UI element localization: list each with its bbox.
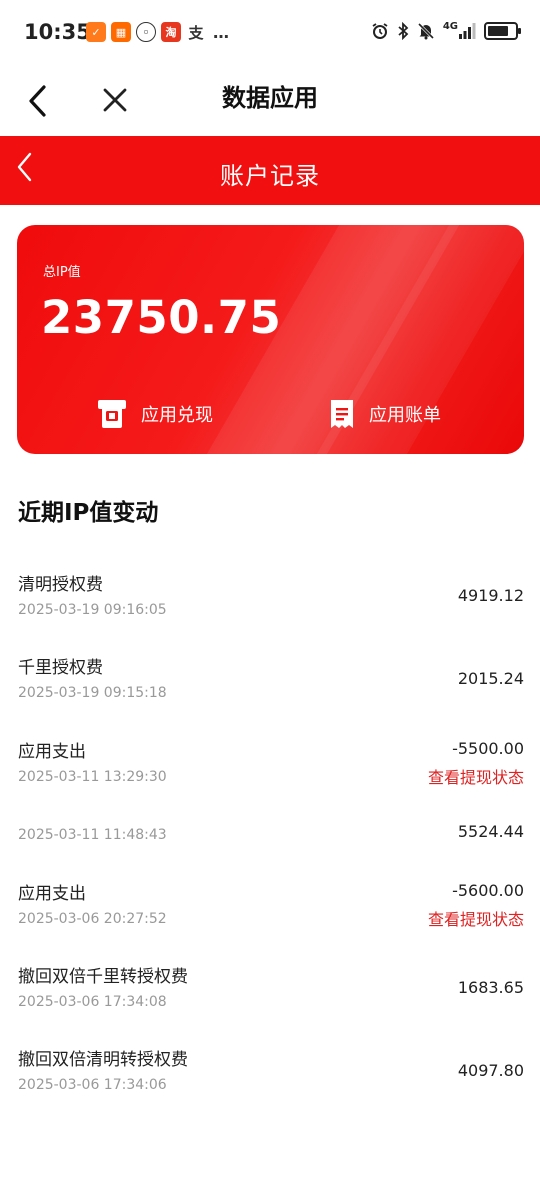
record-time: 2025-03-11 11:48:43 (18, 827, 167, 843)
record-time: 2025-03-06 17:34:08 (18, 994, 167, 1010)
record-amount: 4919.12 (457, 586, 524, 605)
list-item[interactable]: 清明授权费 2025-03-19 09:16:05 4919.12 (18, 570, 524, 650)
shield-app-icon: ✓ (86, 22, 106, 42)
list-item[interactable]: 应用支出 2025-03-06 20:27:52 -5600.00 查看提现状态 (18, 879, 524, 959)
record-title: 应用支出 (18, 742, 86, 762)
record-title: 撤回双倍清明转授权费 (18, 1050, 188, 1070)
record-title: 千里授权费 (18, 658, 103, 678)
record-time: 2025-03-06 20:27:52 (18, 911, 167, 927)
network-type: 4G (442, 20, 458, 32)
squares-app-icon: ▦ (111, 22, 131, 42)
list-item[interactable]: 撤回双倍清明转授权费 2025-03-06 17:34:06 4097.80 (18, 1045, 524, 1125)
withdraw-status-link[interactable]: 查看提现状态 (428, 906, 524, 930)
battery-icon (484, 22, 521, 40)
signal-icon (459, 23, 476, 39)
bill-label: 应用账单 (369, 405, 441, 426)
page-title: 数据应用 (222, 84, 318, 112)
record-amount: -5500.00 (452, 739, 524, 758)
record-time: 2025-03-19 09:15:18 (18, 685, 167, 701)
record-time: 2025-03-06 17:34:06 (18, 1077, 167, 1093)
total-ip-value: 23750.75 (41, 291, 282, 344)
record-time: 2025-03-11 13:29:30 (18, 769, 167, 785)
redeem-label: 应用兑现 (141, 405, 213, 426)
list-item[interactable]: 撤回双倍千里转授权费 2025-03-06 17:34:08 1683.65 (18, 962, 524, 1042)
section-title: 近期IP值变动 (18, 500, 159, 526)
record-amount: 1683.65 (457, 978, 524, 997)
list-item[interactable]: 千里授权费 2025-03-19 09:15:18 2015.24 (18, 653, 524, 733)
record-amount: 2015.24 (457, 669, 524, 688)
record-amount: 5524.44 (457, 822, 524, 841)
more-dots-icon: … (211, 22, 231, 42)
alarm-icon (372, 23, 388, 39)
taobao-app-icon: 淘 (161, 22, 181, 42)
status-time: 10:35 (24, 20, 91, 44)
atm-icon (98, 400, 126, 428)
withdraw-status-link[interactable]: 查看提现状态 (428, 764, 524, 788)
record-amount: 4097.80 (457, 1061, 524, 1080)
record-title: 撤回双倍千里转授权费 (18, 967, 188, 987)
bluetooth-icon (398, 22, 409, 40)
record-amount: -5600.00 (452, 881, 524, 900)
receipt-icon (331, 400, 353, 428)
balance-card: 总IP值 23750.75 应用兑现 应用账单 (17, 225, 524, 454)
status-app-icons: ✓ ▦ ◦ 淘 支 … (86, 22, 231, 42)
record-title: 应用支出 (18, 884, 86, 904)
alipay-app-icon: 支 (186, 22, 206, 42)
account-header: 账户记录 (0, 136, 540, 205)
list-item[interactable]: 2025-03-11 11:48:43 5524.44 (18, 795, 524, 875)
chat-bubble-icon: ◦ (136, 22, 156, 42)
total-ip-label: 总IP值 (43, 265, 81, 280)
mute-bell-icon (417, 22, 434, 40)
record-time: 2025-03-19 09:16:05 (18, 602, 167, 618)
header-title: 账户记录 (220, 162, 320, 190)
redeem-button[interactable]: 应用兑现 (97, 399, 213, 429)
status-indicators: 4G (371, 20, 521, 40)
bill-button[interactable]: 应用账单 (329, 399, 441, 429)
nav-bar: 数据应用 (0, 68, 540, 136)
status-bar: 10:35 ✓ ▦ ◦ 淘 支 … 4G (0, 0, 540, 68)
record-title: 清明授权费 (18, 575, 103, 595)
